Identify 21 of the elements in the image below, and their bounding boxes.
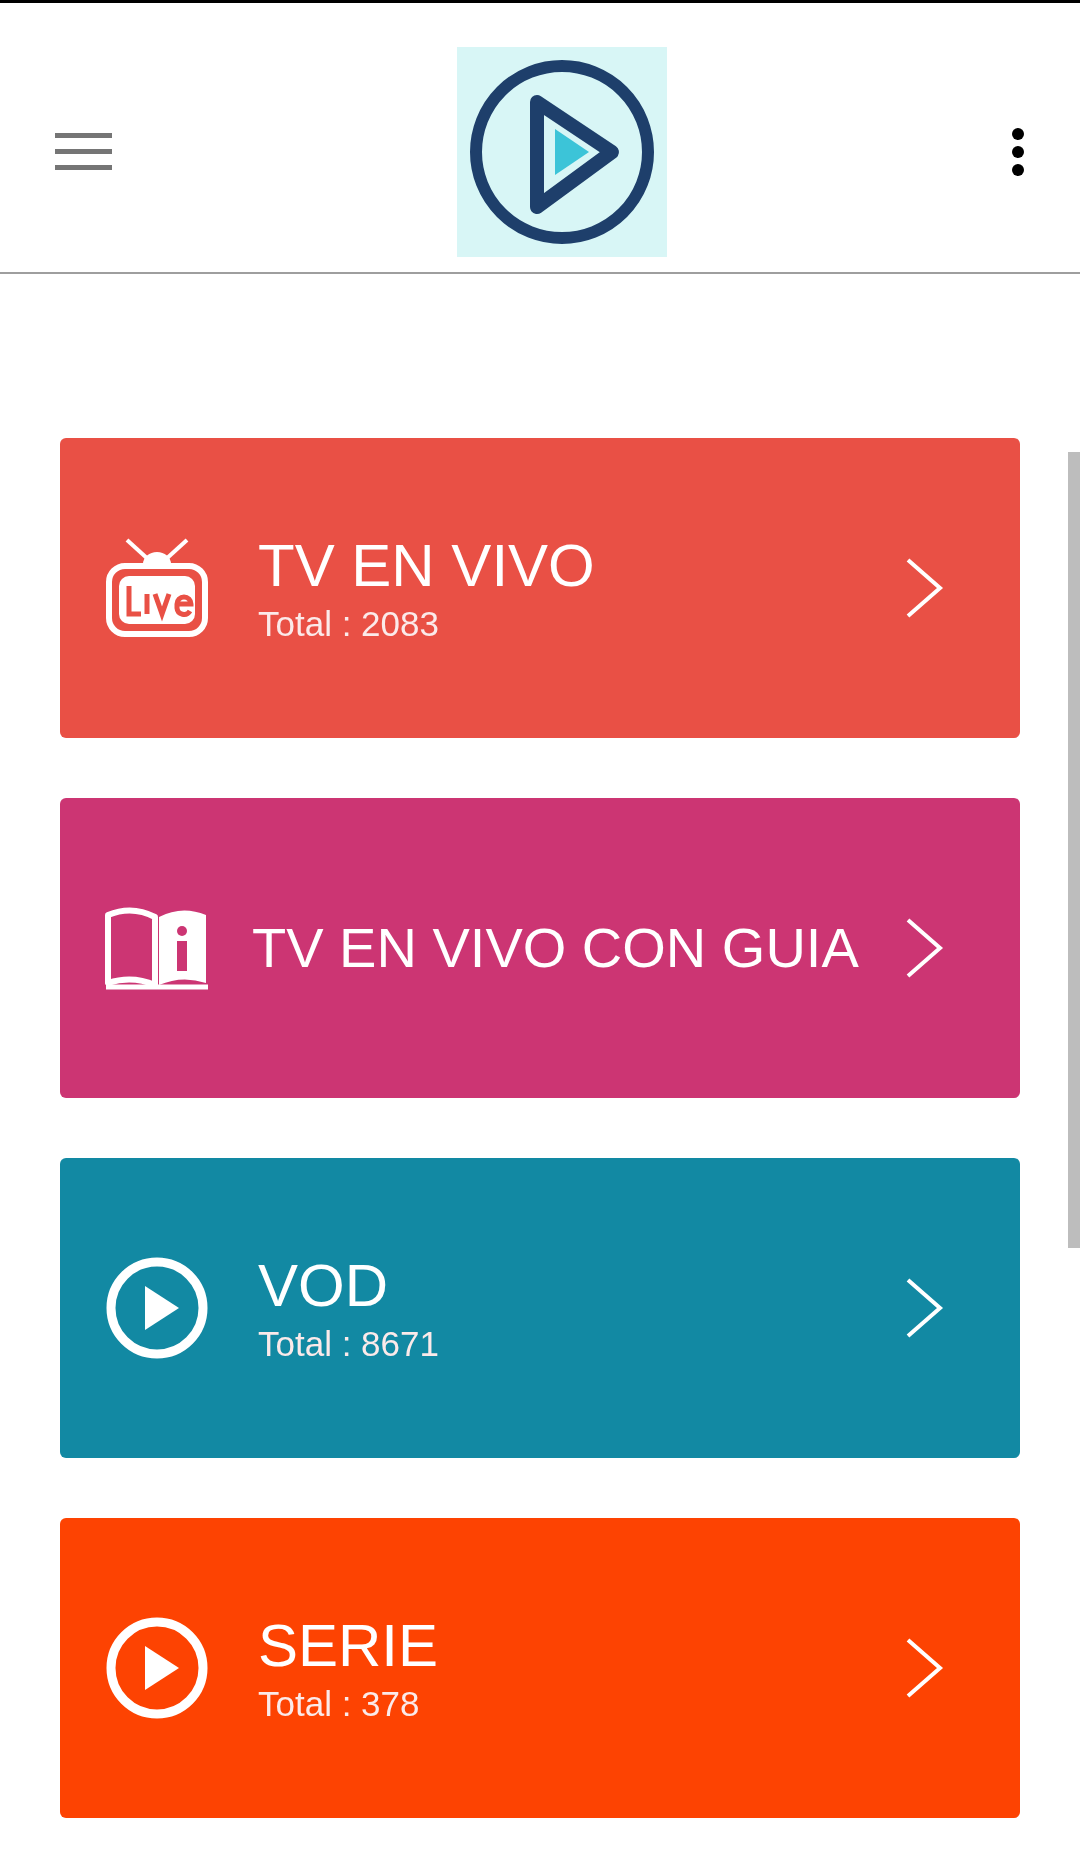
category-card[interactable]: TV EN VIVO Total : 2083 xyxy=(60,438,1020,738)
chevron-right-icon xyxy=(904,1277,944,1339)
category-total: Total : 378 xyxy=(258,1683,421,1725)
category-title: TV EN VIVO xyxy=(258,531,596,601)
category-total: Total : 2083 xyxy=(258,603,440,645)
chevron-right-icon xyxy=(904,917,944,979)
category-card[interactable]: TV EN VIVO CON GUIA xyxy=(60,798,1020,1098)
menu-icon[interactable] xyxy=(55,132,112,171)
play-icon xyxy=(105,1256,209,1360)
play-icon xyxy=(105,1616,209,1720)
category-title: TV EN VIVO CON GUIA xyxy=(252,915,860,981)
category-card[interactable]: SERIE Total : 378 xyxy=(60,1518,1020,1818)
chevron-right-icon xyxy=(904,1637,944,1699)
more-icon[interactable] xyxy=(1011,126,1025,177)
chevron-right-icon xyxy=(904,557,944,619)
category-title: SERIE xyxy=(258,1611,440,1681)
book-info-icon xyxy=(104,905,210,991)
live-tv-icon xyxy=(105,536,209,640)
category-card[interactable]: VOD Total : 8671 xyxy=(60,1158,1020,1458)
category-title: VOD xyxy=(258,1251,390,1321)
category-total: Total : 8671 xyxy=(258,1323,440,1365)
